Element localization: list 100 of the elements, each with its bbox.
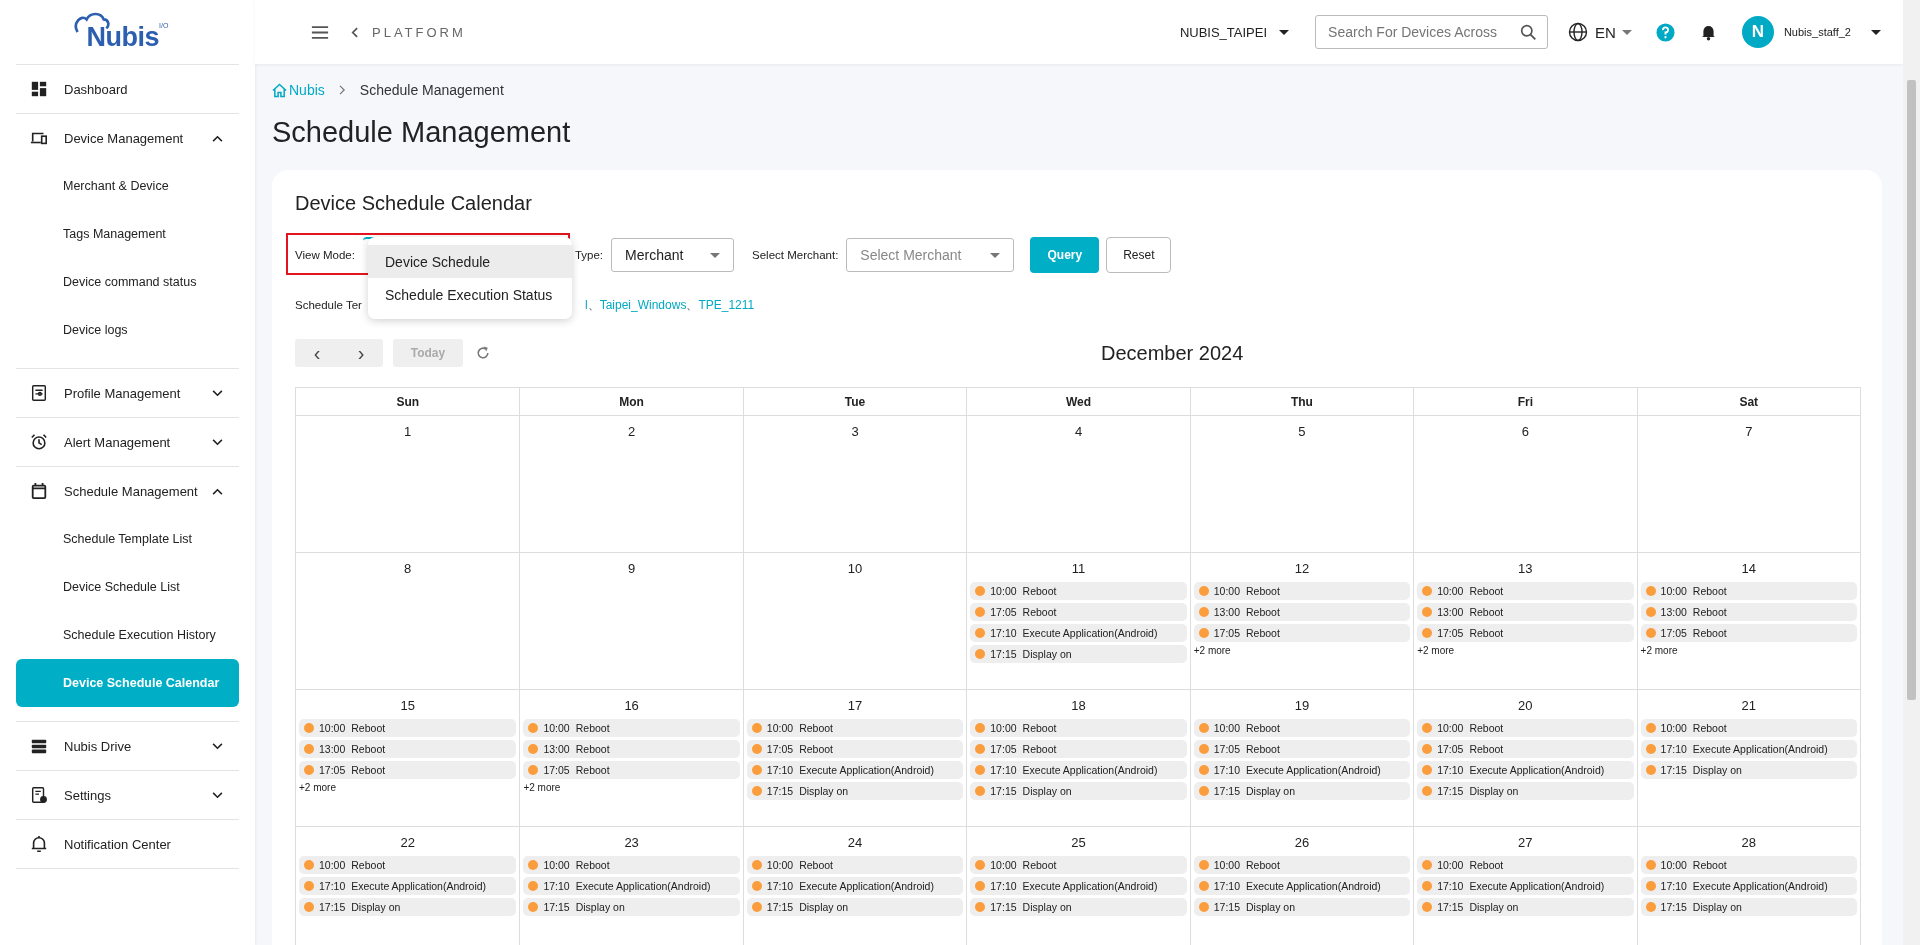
- event-chip[interactable]: 10:00 Reboot: [1193, 856, 1411, 874]
- more-link[interactable]: +2 more: [523, 782, 561, 793]
- organization-selector[interactable]: NUBIS_TAIPEI: [1179, 24, 1290, 40]
- event-chip[interactable]: 10:00 Reboot: [1193, 719, 1411, 737]
- sidebar-subitem[interactable]: Schedule Execution History: [16, 611, 239, 659]
- event-chip[interactable]: 17:10 Execute Application(Android): [746, 877, 964, 895]
- event-chip[interactable]: 17:05 Reboot: [746, 740, 964, 758]
- refresh-icon[interactable]: [475, 345, 491, 361]
- event-chip[interactable]: 13:00 Reboot: [299, 740, 517, 758]
- event-chip[interactable]: 17:10 Execute Application(Android): [1417, 877, 1634, 895]
- event-chip[interactable]: 17:10 Execute Application(Android): [746, 761, 964, 779]
- event-chip[interactable]: 17:15 Display on: [1640, 761, 1857, 779]
- sidebar-item[interactable]: Nubis Drive: [16, 722, 239, 770]
- event-chip[interactable]: 10:00 Reboot: [1193, 582, 1411, 600]
- event-chip[interactable]: 17:10 Execute Application(Android): [1640, 740, 1857, 758]
- event-chip[interactable]: 17:05 Reboot: [970, 603, 1187, 621]
- event-chip[interactable]: 10:00 Reboot: [1417, 856, 1634, 874]
- event-chip[interactable]: 17:05 Reboot: [1417, 740, 1634, 758]
- event-chip[interactable]: 10:00 Reboot: [1417, 719, 1634, 737]
- sidebar-subitem[interactable]: Tags Management: [16, 210, 239, 258]
- event-chip[interactable]: 17:15 Display on: [1193, 782, 1411, 800]
- more-link[interactable]: +2 more: [1193, 645, 1231, 656]
- event-chip[interactable]: 17:15 Display on: [1417, 898, 1634, 916]
- platform-label[interactable]: PLATFORM: [372, 24, 466, 40]
- event-chip[interactable]: 10:00 Reboot: [1640, 719, 1857, 737]
- event-chip[interactable]: 17:05 Reboot: [1193, 740, 1411, 758]
- back-icon[interactable]: [351, 26, 358, 38]
- user-menu[interactable]: Nubis_staff_2: [1783, 26, 1881, 38]
- event-chip[interactable]: 17:10 Execute Application(Android): [970, 877, 1187, 895]
- menu-icon[interactable]: [311, 25, 329, 39]
- dropdown-option[interactable]: Device Schedule: [368, 245, 572, 278]
- merchant-select[interactable]: Select Merchant: [846, 238, 1015, 272]
- event-chip[interactable]: 10:00 Reboot: [970, 856, 1187, 874]
- sidebar-item[interactable]: Dashboard: [16, 65, 239, 113]
- event-chip[interactable]: 10:00 Reboot: [970, 719, 1187, 737]
- day-number: 22: [400, 835, 415, 850]
- event-chip[interactable]: 10:00 Reboot: [299, 856, 517, 874]
- event-chip[interactable]: 17:15 Display on: [523, 898, 740, 916]
- event-chip[interactable]: 17:15 Display on: [970, 645, 1187, 663]
- event-chip[interactable]: 10:00 Reboot: [746, 856, 964, 874]
- previous-button[interactable]: ‹: [295, 339, 339, 367]
- event-chip[interactable]: 17:10 Execute Application(Android): [970, 761, 1187, 779]
- event-chip[interactable]: 17:10 Execute Application(Android): [1193, 761, 1411, 779]
- language-selector[interactable]: EN: [1595, 23, 1632, 41]
- event-chip[interactable]: 10:00 Reboot: [746, 719, 964, 737]
- event-chip[interactable]: 17:10 Execute Application(Android): [970, 624, 1187, 642]
- sidebar-subitem[interactable]: Device command status: [16, 258, 239, 306]
- event-chip[interactable]: 17:15 Display on: [1640, 898, 1857, 916]
- day-number: 27: [1518, 835, 1533, 850]
- more-link[interactable]: +2 more: [299, 782, 336, 793]
- type-select[interactable]: Merchant: [611, 238, 735, 272]
- next-button[interactable]: ›: [339, 339, 383, 367]
- sidebar-item[interactable]: Schedule Management: [16, 467, 239, 515]
- event-chip[interactable]: 10:00 Reboot: [1640, 582, 1857, 600]
- event-chip[interactable]: 17:05 Reboot: [1193, 624, 1411, 642]
- sidebar-subitem[interactable]: Schedule Template List: [16, 515, 239, 563]
- templates-label: Schedule Ter: [295, 299, 362, 311]
- sidebar-item[interactable]: Device Management: [16, 114, 239, 162]
- dropdown-option[interactable]: Schedule Execution Status: [368, 278, 572, 311]
- event-chip[interactable]: 10:00 Reboot: [970, 582, 1187, 600]
- event-chip[interactable]: 10:00 Reboot: [523, 856, 740, 874]
- event-chip[interactable]: 13:00 Reboot: [523, 740, 740, 758]
- sidebar-subitem[interactable]: Merchant & Device: [16, 162, 239, 210]
- event-chip[interactable]: 17:10 Execute Application(Android): [523, 877, 740, 895]
- reset-button[interactable]: Reset: [1106, 237, 1172, 273]
- event-chip[interactable]: 17:05 Reboot: [1417, 624, 1634, 642]
- more-link[interactable]: +2 more: [1640, 645, 1678, 656]
- event-chip[interactable]: 17:10 Execute Application(Android): [1417, 761, 1634, 779]
- day-number: 24: [847, 835, 863, 850]
- event-chip[interactable]: 17:05 Reboot: [299, 761, 517, 779]
- search-field[interactable]: Search For Devices Across: [1315, 15, 1549, 49]
- sidebar-item[interactable]: Alert Management: [16, 418, 239, 466]
- event-chip[interactable]: 17:10 Execute Application(Android): [299, 877, 517, 895]
- event-chip[interactable]: 17:05 Reboot: [970, 740, 1187, 758]
- event-chip[interactable]: 13:00 Reboot: [1417, 603, 1634, 621]
- help-icon[interactable]: [1655, 22, 1675, 42]
- sidebar-subitem[interactable]: Device logs: [16, 306, 239, 354]
- event-chip[interactable]: 17:15 Display on: [746, 782, 964, 800]
- event-chip[interactable]: 10:00 Reboot: [1640, 856, 1857, 874]
- day-number: 18: [1071, 698, 1086, 713]
- event-chip[interactable]: 13:00 Reboot: [1193, 603, 1411, 621]
- event-chip[interactable]: 17:15 Display on: [970, 782, 1187, 800]
- event-chip[interactable]: 10:00 Reboot: [523, 719, 740, 737]
- event-chip[interactable]: 17:10 Execute Application(Android): [1193, 877, 1411, 895]
- event-chip[interactable]: 17:15 Display on: [299, 898, 517, 916]
- event-chip[interactable]: 10:00 Reboot: [1417, 582, 1634, 600]
- sidebar-item[interactable]: Settings: [16, 771, 239, 819]
- event-chip[interactable]: 17:15 Display on: [1417, 782, 1634, 800]
- event-chip[interactable]: 17:05 Reboot: [523, 761, 740, 779]
- event-chip[interactable]: 17:10 Execute Application(Android): [1640, 877, 1857, 895]
- event-chip[interactable]: 10:00 Reboot: [299, 719, 517, 737]
- more-link[interactable]: +2 more: [1417, 645, 1455, 656]
- event-chip[interactable]: 13:00 Reboot: [1640, 603, 1857, 621]
- sidebar-item[interactable]: Profile Management: [16, 369, 239, 417]
- event-chip[interactable]: 17:15 Display on: [746, 898, 964, 916]
- event-chip[interactable]: 17:05 Reboot: [1640, 624, 1857, 642]
- sidebar-item[interactable]: Notification Center: [16, 820, 239, 868]
- sidebar-subitem[interactable]: Device Schedule List: [16, 563, 239, 611]
- event-chip[interactable]: 17:15 Display on: [1193, 898, 1411, 916]
- event-chip[interactable]: 17:15 Display on: [970, 898, 1187, 916]
